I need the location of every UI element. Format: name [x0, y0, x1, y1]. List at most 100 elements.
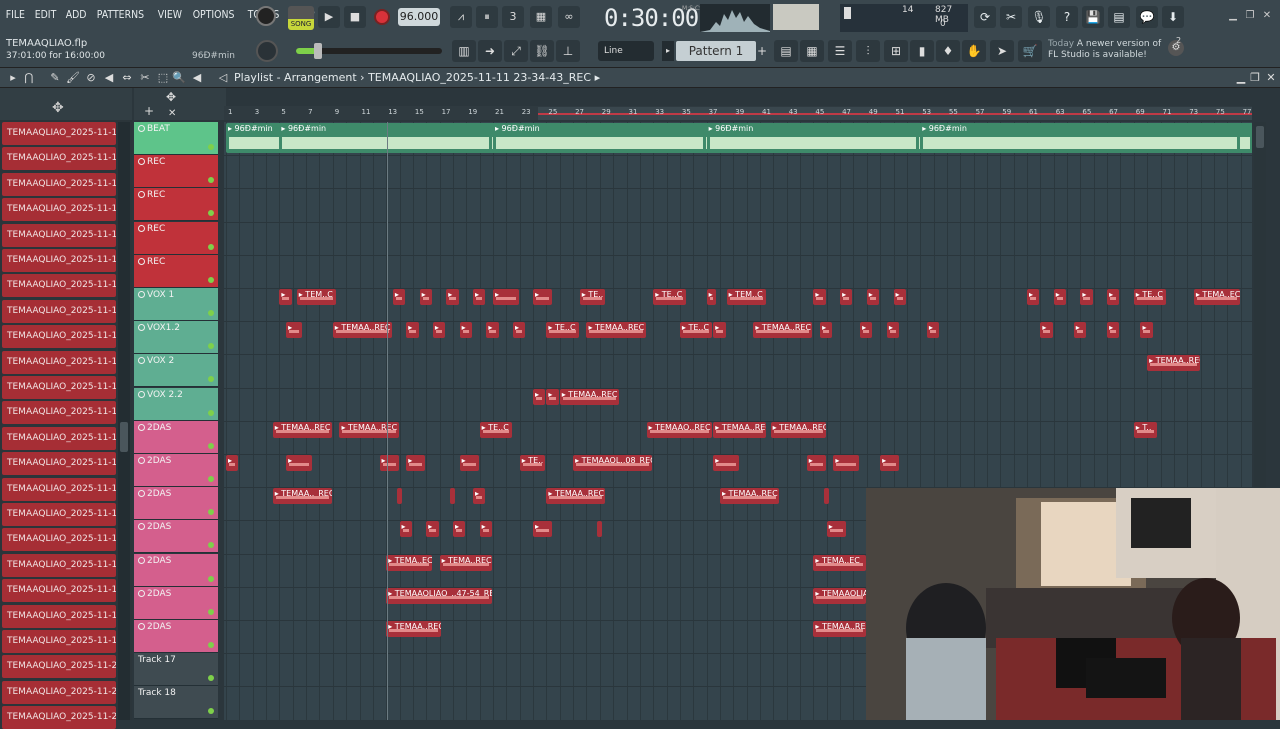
- touch-controller-icon[interactable]: ✋: [962, 40, 986, 62]
- track-header[interactable]: REC: [134, 155, 218, 188]
- master-pitch-slider[interactable]: [296, 48, 442, 54]
- chat-icon[interactable]: 💬: [1136, 6, 1158, 28]
- save-icon[interactable]: 💾: [1082, 6, 1104, 28]
- track-led[interactable]: [208, 708, 214, 714]
- audio-clip[interactable]: ▸ 96Ð#min: [920, 123, 1239, 153]
- audio-clip[interactable]: ▸ TEMA..REC: [440, 555, 492, 571]
- audio-clip[interactable]: ▸ TEMAA..REC: [586, 322, 645, 338]
- tempo-display[interactable]: 96.000: [398, 8, 440, 26]
- help-icon[interactable]: ?: [1056, 6, 1078, 28]
- close-icon[interactable]: ✕: [1260, 10, 1274, 22]
- track-mute-icon[interactable]: [138, 523, 145, 530]
- pattern-selector[interactable]: Pattern 1: [676, 41, 756, 61]
- undo-history-icon[interactable]: ⟳: [974, 6, 996, 28]
- slice-icon[interactable]: ✂: [138, 71, 152, 85]
- wait-input-icon[interactable]: ⏸: [476, 6, 498, 28]
- audio-clip[interactable]: [824, 488, 829, 504]
- clip-list-item[interactable]: TEMAAQLIAO_2025-11-12...: [2, 325, 116, 348]
- track-led[interactable]: [208, 244, 214, 250]
- audio-clip[interactable]: [597, 521, 602, 537]
- audio-clip[interactable]: ▸: [533, 389, 545, 405]
- snap-select[interactable]: Line: [598, 41, 654, 61]
- audio-clip[interactable]: ▸: [867, 289, 879, 305]
- mixer-icon[interactable]: ☰: [828, 40, 852, 62]
- track-mute-icon[interactable]: [138, 490, 145, 497]
- cut-icon[interactable]: ✂: [1000, 6, 1022, 28]
- track-header[interactable]: Track 18: [134, 686, 218, 719]
- pattern-prev-arrow[interactable]: ▸: [662, 41, 674, 61]
- clip-list-item[interactable]: TEMAAQLIAO_2025-11-23...: [2, 706, 116, 729]
- master-pitch-knob[interactable]: [256, 40, 278, 62]
- audio-clip[interactable]: ▸: [533, 289, 552, 305]
- track-mute-icon[interactable]: [138, 225, 145, 232]
- audio-clip[interactable]: ▸ TEMAA..REC: [273, 422, 332, 438]
- audio-clip[interactable]: ▸: [807, 455, 826, 471]
- audio-clip[interactable]: ▸ TEMAA..REC: [720, 488, 779, 504]
- audio-clip[interactable]: ▸: [286, 455, 312, 471]
- audio-clip[interactable]: ▸: [820, 322, 832, 338]
- clip-list-item[interactable]: TEMAAQLIAO_2025-11-12...: [2, 351, 116, 374]
- track-led[interactable]: [208, 509, 214, 515]
- clip-list-item[interactable]: TEMAAQLIAO_2025-11-12...: [2, 274, 116, 297]
- audio-clip[interactable]: ▸: [460, 322, 472, 338]
- track-header[interactable]: 2DAS: [134, 487, 218, 520]
- audio-clip[interactable]: ▸: [1074, 322, 1086, 338]
- zoom-icon[interactable]: 🔍: [172, 71, 186, 85]
- add-track-icon[interactable]: +: [144, 104, 154, 118]
- audio-clip[interactable]: ▸ TE..C: [653, 289, 685, 305]
- audio-clip[interactable]: ▸ 96Ð#min: [493, 123, 706, 153]
- track-led[interactable]: [208, 542, 214, 548]
- track-header[interactable]: VOX 1: [134, 288, 218, 321]
- track-led[interactable]: [208, 576, 214, 582]
- metronome-icon[interactable]: ⩘: [450, 6, 472, 28]
- playlist-menu-arrow-icon[interactable]: ▸: [6, 71, 20, 85]
- track-header[interactable]: VOX 2.2: [134, 388, 218, 421]
- channel-rack-icon[interactable]: ▦: [800, 40, 824, 62]
- clip-list-item[interactable]: TEMAAQLIAO_2025-11-12...: [2, 427, 116, 450]
- clip-list-scrollbar[interactable]: [118, 122, 130, 720]
- clip-list-item[interactable]: TEMAAQLIAO_2025-11-12...: [2, 452, 116, 475]
- arrow-icon[interactable]: ➜: [478, 40, 502, 62]
- track-mute-icon[interactable]: [138, 557, 145, 564]
- track-led[interactable]: [208, 277, 214, 283]
- audio-clip[interactable]: ▸ TE..C: [1134, 289, 1166, 305]
- audio-clip[interactable]: ▸: [894, 289, 906, 305]
- audio-clip[interactable]: ▸: [1140, 322, 1152, 338]
- loop-record-icon[interactable]: ∞: [558, 6, 580, 28]
- audio-clip[interactable]: ▸: [1107, 289, 1119, 305]
- track-mute-icon[interactable]: [138, 324, 145, 331]
- track-header[interactable]: REC: [134, 255, 218, 288]
- audio-clip[interactable]: ▸: [286, 322, 302, 338]
- menu-options[interactable]: OPTIONS: [191, 8, 236, 21]
- clip-list-item[interactable]: TEMAAQLIAO_2025-11-12...: [2, 503, 116, 526]
- track-led[interactable]: [208, 177, 214, 183]
- audio-clip[interactable]: ▸ TEMAA..REC: [333, 322, 392, 338]
- audio-clip[interactable]: ▸ TEMAAQL..08_REC: [573, 455, 652, 471]
- track-mute-icon[interactable]: [138, 357, 145, 364]
- play-button[interactable]: ▶: [318, 6, 340, 28]
- track-header[interactable]: BEAT: [134, 122, 218, 155]
- track-resize-icon[interactable]: ✥: [166, 90, 176, 104]
- track-mute-icon[interactable]: [138, 457, 145, 464]
- playback-icon[interactable]: ◀: [190, 71, 204, 85]
- audio-clip[interactable]: ▸: [533, 521, 552, 537]
- audio-clip[interactable]: ▸ TEMAA..REC: [386, 621, 441, 637]
- audio-clip[interactable]: ▸: [880, 455, 899, 471]
- audio-clip[interactable]: ▸ TEMAA..REC: [1147, 355, 1199, 371]
- audio-clip[interactable]: ▸: [813, 289, 825, 305]
- audio-clip[interactable]: ▸: [1040, 322, 1052, 338]
- audio-clip[interactable]: ▸ TE..: [520, 455, 546, 471]
- track-led[interactable]: [208, 609, 214, 615]
- menu-add[interactable]: ADD: [64, 8, 88, 21]
- clip-list-item[interactable]: TEMAAQLIAO_2025-11-23...: [2, 681, 116, 704]
- track-led[interactable]: [208, 343, 214, 349]
- audio-clip[interactable]: ▸: [713, 455, 739, 471]
- track-mute-icon[interactable]: [138, 158, 145, 165]
- select-icon[interactable]: ⬚: [156, 71, 170, 85]
- track-header[interactable]: 2DAS: [134, 421, 218, 454]
- clip-list-item[interactable]: TEMAAQLIAO_2025-11-12...: [2, 528, 116, 551]
- audio-clip[interactable]: ▸ TE..: [580, 289, 606, 305]
- plugin-icon[interactable]: ⤢: [504, 40, 528, 62]
- master-volume-knob[interactable]: [256, 6, 276, 26]
- shop-icon[interactable]: 🛒: [1018, 40, 1042, 62]
